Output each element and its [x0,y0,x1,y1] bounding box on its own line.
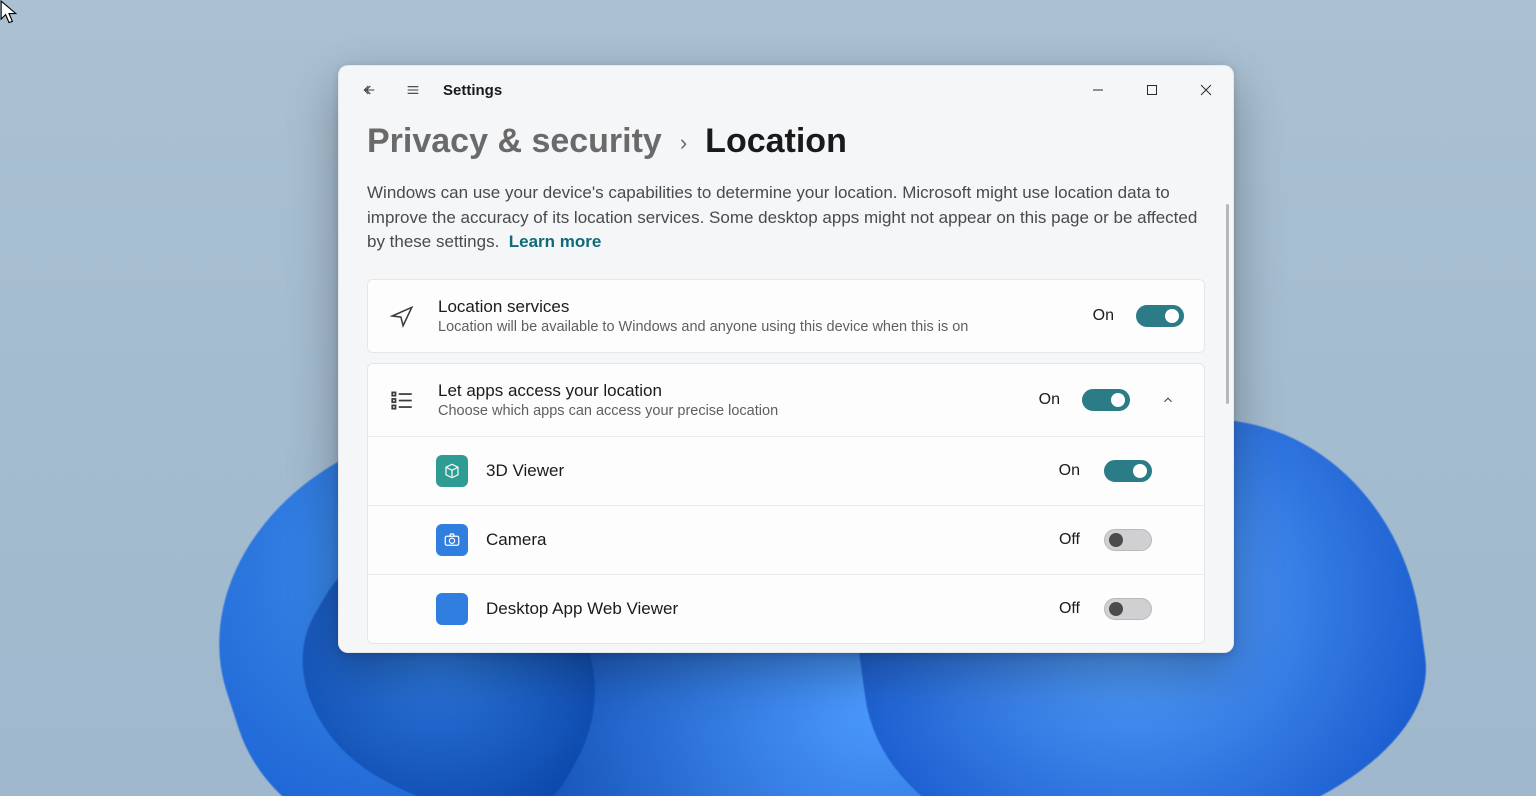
chevron-right-icon: › [680,130,687,156]
app-access-title: Let apps access your location [438,381,1023,401]
app-name: 3D Viewer [486,461,1041,481]
app-row-3d-viewer: 3D Viewer On [368,437,1204,505]
location-services-state: On [1093,307,1114,325]
app-toggle-camera[interactable] [1104,529,1152,551]
maximize-button[interactable] [1125,70,1179,110]
scrollbar[interactable] [1226,204,1229,404]
window-title: Settings [443,82,502,99]
content-area: Privacy & security › Location Windows ca… [339,114,1233,652]
app-access-card: Let apps access your location Choose whi… [367,363,1205,644]
app-access-toggle[interactable] [1082,389,1130,411]
chevron-up-icon[interactable] [1152,384,1184,416]
location-services-subtitle: Location will be available to Windows an… [438,319,1077,335]
app-toggle-3d-viewer[interactable] [1104,460,1152,482]
page-description: Windows can use your device's capabiliti… [367,181,1205,255]
location-services-card: Location services Location will be avail… [367,279,1205,353]
titlebar: Settings [339,66,1233,114]
breadcrumb-current: Location [705,122,847,161]
generic-app-icon [436,593,468,625]
app-access-state: On [1039,391,1060,409]
breadcrumb: Privacy & security › Location [367,122,1205,161]
app-row-desktop-web-viewer: Desktop App Web Viewer Off [368,574,1204,643]
location-services-toggle[interactable] [1136,305,1184,327]
settings-window: Settings Privacy & security › Location W… [338,65,1234,653]
app-access-subtitle: Choose which apps can access your precis… [438,403,1023,419]
breadcrumb-parent[interactable]: Privacy & security [367,122,662,161]
3d-viewer-icon [436,455,468,487]
location-services-title: Location services [438,297,1077,317]
app-list-icon [382,380,422,420]
app-state: Off [1059,600,1080,618]
app-name: Desktop App Web Viewer [486,599,1041,619]
close-button[interactable] [1179,70,1233,110]
app-toggle-desktop-web-viewer[interactable] [1104,598,1152,620]
learn-more-link[interactable]: Learn more [509,232,602,251]
app-state: On [1059,462,1080,480]
app-state: Off [1059,531,1080,549]
back-button[interactable] [351,72,387,108]
hamburger-menu-button[interactable] [395,72,431,108]
app-row-camera: Camera Off [368,505,1204,574]
app-list: 3D Viewer On Camera Off Desk [368,436,1204,643]
minimize-button[interactable] [1071,70,1125,110]
description-text: Windows can use your device's capabiliti… [367,183,1197,251]
app-name: Camera [486,530,1041,550]
location-arrow-icon [382,296,422,336]
mouse-cursor [0,0,18,24]
camera-icon [436,524,468,556]
